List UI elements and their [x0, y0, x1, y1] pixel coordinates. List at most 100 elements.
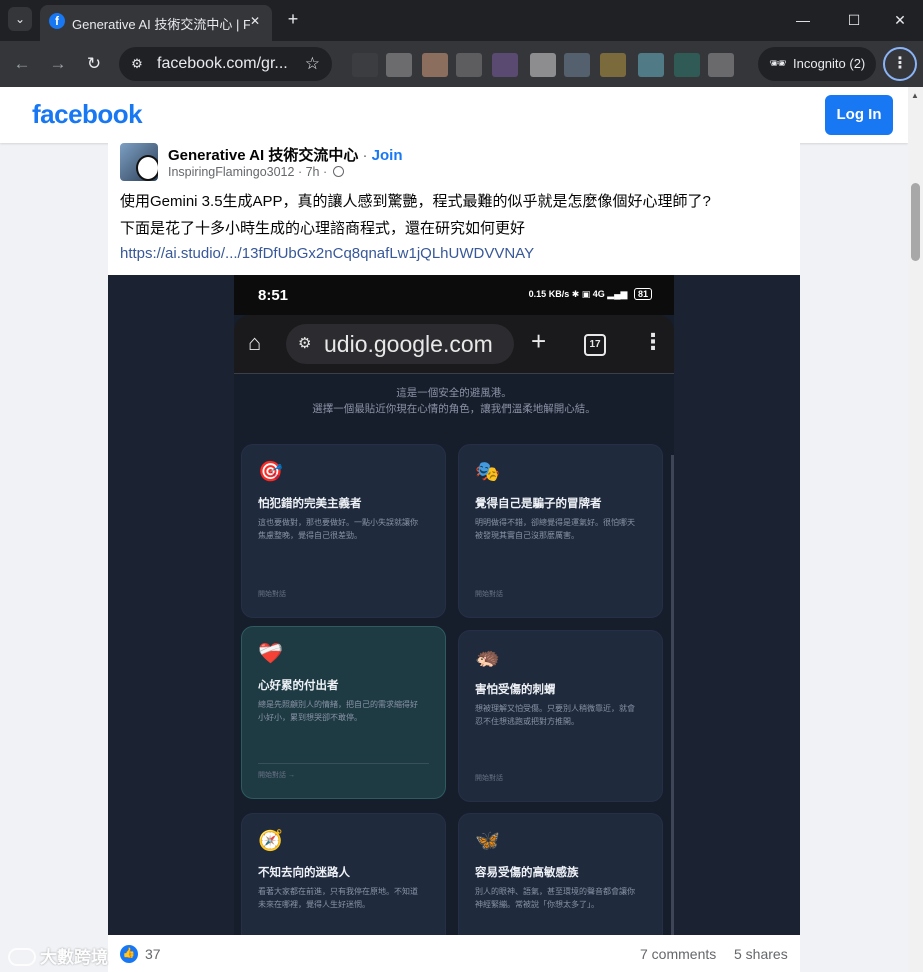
card-desc-line: 明明做得不錯，卻總覺得是運氣好。很怕哪天	[475, 518, 635, 527]
phone-status-bar: 8:51 0.15 KB/s ✱ ▣ 4G ▂▄▆ 81	[234, 275, 674, 315]
scroll-up-arrow-icon[interactable]: ▲	[911, 91, 919, 100]
card-description: 想被理解又怕受傷。只要別人稍微靠近，就會 忍不住想逃跑或把對方推開。	[475, 702, 655, 728]
card-desc-line: 總是先照顧別人的情緒，把自己的需求縮得好	[258, 700, 418, 709]
post-card: Generative AI 技術交流中心 · Join InspiringFla…	[108, 143, 800, 972]
reactions-bar: 👍 37 7 comments 5 shares	[108, 935, 800, 972]
join-link[interactable]: Join	[372, 147, 403, 164]
hedgehog-icon: 🦔	[475, 647, 500, 669]
masks-icon: 🎭	[475, 461, 500, 483]
card-title: 不知去向的迷路人	[258, 867, 350, 879]
close-window-button[interactable]: ✕	[889, 9, 911, 31]
group-name-link[interactable]: Generative AI 技術交流中心	[168, 147, 358, 164]
post-text-line-2: 下面是花了十多小時生成的心理諮商程式，還在研究如何更好	[120, 220, 526, 237]
card-title: 容易受傷的高敏感族	[475, 867, 579, 879]
tab-title: Generative AI 技術交流中心 | Fa	[72, 17, 250, 32]
card-desc-line: 別人的眼神、語氣，甚至環境的聲音都會讓你	[475, 887, 635, 896]
scroll-thumb[interactable]	[911, 183, 920, 261]
card-start-link: 開始對話	[475, 775, 503, 782]
facebook-header: facebook Log In	[0, 87, 908, 143]
card-description: 明明做得不錯，卻總覺得是運氣好。很怕哪天 被發現其實自己沒那麼厲害。	[475, 516, 655, 542]
phone-status-icons: 0.15 KB/s ✱ ▣ 4G ▂▄▆ 81	[529, 288, 652, 300]
forward-button[interactable]: →	[46, 52, 70, 76]
globe-icon	[332, 166, 344, 177]
extension-icon[interactable]	[492, 53, 518, 77]
persona-card: 🎭 覺得自己是騙子的冒牌者 明明做得不錯，卻總覺得是運氣好。很怕哪天 被發現其實自…	[458, 444, 663, 618]
extension-icon[interactable]	[674, 53, 700, 77]
phone-browser-toolbar: ⌂ ⚙ udio.google.com + 17 ⋮	[234, 315, 674, 374]
reload-button[interactable]: ↻	[82, 52, 106, 76]
header-separator: ·	[358, 147, 372, 164]
incognito-icon: 🕶	[769, 55, 787, 71]
tab-search-button[interactable]: ⌄	[8, 7, 32, 31]
address-bar-url[interactable]: facebook.com/gr...	[157, 55, 287, 73]
home-icon: ⌂	[248, 330, 262, 355]
browser-toolbar: ← → ↻ ⚙ facebook.com/gr... ☆ 🕶 Incognito…	[0, 41, 923, 87]
extension-icon[interactable]	[708, 53, 734, 77]
like-count[interactable]: 37	[145, 946, 161, 962]
comments-count[interactable]: 7 comments	[640, 946, 716, 962]
card-title: 心好累的付出者	[258, 680, 339, 692]
watermark: 大數跨境	[8, 943, 108, 968]
card-start-link: 開始對話 →	[258, 772, 295, 779]
card-start-link: 開始對話	[258, 591, 286, 598]
card-description: 總是先照顧別人的情緒，把自己的需求縮得好 小好小，累到想哭卻不敢停。	[258, 698, 438, 724]
maximize-button[interactable]: ☐	[843, 9, 865, 31]
extension-icon[interactable]	[638, 53, 664, 77]
mending-heart-icon: ❤️‍🩹	[258, 643, 283, 665]
intro-line-2: 選擇一個最貼近你現在心情的角色，讓我們溫柔地解開心結。	[312, 403, 596, 415]
card-title: 害怕受傷的刺蝟	[475, 684, 556, 696]
extension-icon[interactable]	[456, 53, 482, 77]
extension-icon[interactable]	[530, 53, 556, 77]
compass-icon: 🧭	[258, 830, 283, 852]
butterfly-icon: 🦋	[475, 830, 500, 852]
watermark-logo-icon	[8, 948, 36, 966]
new-tab-button[interactable]: +	[283, 9, 303, 29]
extension-icon[interactable]	[422, 53, 448, 77]
like-icon[interactable]: 👍	[120, 945, 138, 963]
persona-card-active: ❤️‍🩹 心好累的付出者 總是先照顧別人的情緒，把自己的需求縮得好 小好小，累到想…	[241, 626, 446, 799]
card-divider	[258, 763, 429, 764]
facebook-favicon-icon: f	[49, 13, 65, 29]
site-controls-icon: ⚙	[298, 335, 312, 352]
extension-icon[interactable]	[600, 53, 626, 77]
shares-count[interactable]: 5 shares	[734, 946, 788, 962]
persona-card: 🎯 怕犯錯的完美主義者 這也要做對，那也要做好。一點小失誤就讓你 焦慮整晚，覺得自…	[241, 444, 446, 618]
browser-tab-bar: ⌄ f Generative AI 技術交流中心 | Fa ✕ + — ☐ ✕	[0, 0, 923, 41]
bookmark-star-icon[interactable]: ☆	[305, 54, 320, 74]
back-button[interactable]: ←	[10, 52, 34, 76]
post-text-line-1: 使用Gemini 3.5生成APP，真的讓人感到驚艷，程式最難的似乎就是怎麼像個…	[120, 193, 711, 210]
card-description: 別人的眼神、語氣，甚至環境的聲音都會讓你 神經緊繃。常被說「你想太多了」。	[475, 885, 655, 911]
card-title: 怕犯錯的完美主義者	[258, 498, 362, 510]
card-desc-line: 忍不住想逃跑或把對方推開。	[475, 717, 579, 726]
intro-line-1: 這是一個安全的避風港。	[396, 387, 512, 399]
post-link[interactable]: https://ai.studio/.../13fDfUbGx2nCq8qnaf…	[120, 245, 534, 262]
extension-icon[interactable]	[352, 53, 378, 77]
facebook-logo[interactable]: facebook	[32, 99, 143, 130]
author-time[interactable]: InspiringFlamingo3012 · 7h ·	[168, 165, 327, 179]
tab-close-icon[interactable]: ✕	[246, 12, 264, 30]
card-desc-line: 未來在哪裡，覺得人生好迷惘。	[258, 900, 370, 909]
persona-card: 🦔 害怕受傷的刺蝟 想被理解又怕受傷。只要別人稍微靠近，就會 忍不住想逃跑或把對方…	[458, 630, 663, 802]
extension-icon[interactable]	[564, 53, 590, 77]
persona-card: 🦋 容易受傷的高敏感族 別人的眼神、語氣，甚至環境的聲音都會讓你 神經緊繃。常被說…	[458, 813, 663, 935]
tab-count-icon: 17	[584, 334, 606, 356]
card-desc-line: 被發現其實自己沒那麼厲害。	[475, 531, 579, 540]
incognito-button[interactable]: 🕶 Incognito (2)	[758, 47, 876, 81]
post-meta: InspiringFlamingo3012 · 7h ·	[168, 165, 344, 179]
battery-icon: 81	[633, 288, 652, 300]
card-desc-line: 焦慮整晚，覺得自己很差勁。	[258, 531, 362, 540]
login-button[interactable]: Log In	[825, 95, 893, 135]
group-avatar[interactable]	[120, 143, 158, 181]
extension-icon[interactable]	[386, 53, 412, 77]
page-scrollbar[interactable]: ▲	[908, 87, 923, 972]
browser-tab[interactable]: f Generative AI 技術交流中心 | Fa ✕	[40, 5, 272, 41]
plus-icon: +	[531, 326, 547, 356]
phone-time: 8:51	[258, 287, 289, 304]
post-image[interactable]: 8:51 0.15 KB/s ✱ ▣ 4G ▂▄▆ 81 ⌂ ⚙ udio.go…	[108, 275, 800, 935]
phone-url-bar: ⚙ udio.google.com	[286, 324, 514, 364]
card-desc-line: 神經緊繃。常被說「你想太多了」。	[475, 900, 599, 909]
address-bar[interactable]: ⚙ facebook.com/gr... ☆	[119, 47, 332, 81]
site-settings-icon[interactable]: ⚙	[129, 56, 145, 72]
browser-menu-button[interactable]: ⋮	[883, 47, 917, 81]
minimize-button[interactable]: —	[792, 9, 814, 31]
